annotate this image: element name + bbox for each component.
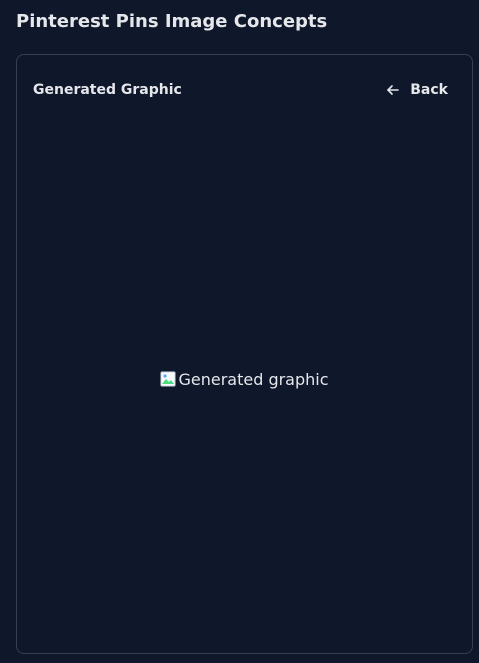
back-button-label: Back <box>410 82 448 98</box>
card-title: Generated Graphic <box>33 82 182 98</box>
generated-graphic-card: Generated Graphic Back Generated graphic <box>16 54 473 654</box>
back-button[interactable]: Back <box>386 80 456 100</box>
broken-image-icon <box>160 371 176 387</box>
page-title: Pinterest Pins Image Concepts <box>16 11 328 32</box>
generated-graphic-image: Generated graphic <box>160 369 329 389</box>
image-area: Generated graphic <box>17 115 472 643</box>
card-header: Generated Graphic Back <box>33 79 456 101</box>
page: Pinterest Pins Image Concepts Generated … <box>0 0 479 663</box>
arrow-left-icon <box>386 83 400 97</box>
image-alt-text: Generated graphic <box>178 369 329 389</box>
